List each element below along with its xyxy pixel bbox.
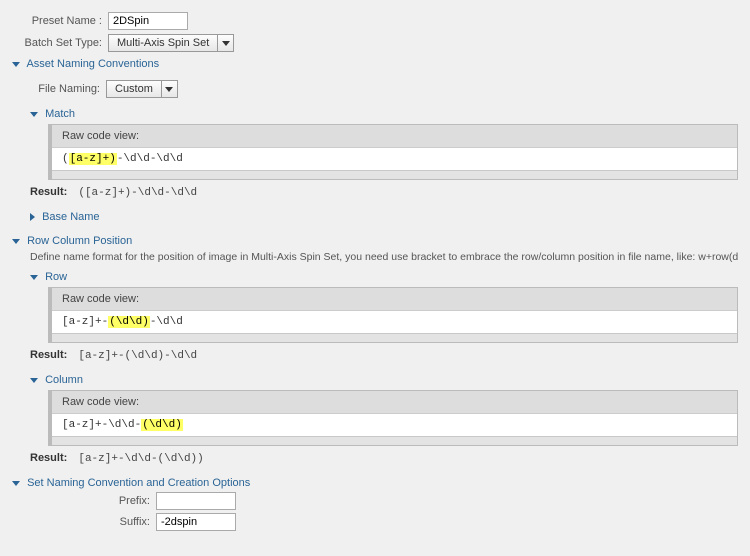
highlight: [a-z]+) xyxy=(69,153,117,165)
column-code-input[interactable]: [a-z]+-\d\d-(\d\d) xyxy=(52,413,737,436)
match-codebox: Raw code view: ([a-z]+)-\d\d-\d\d xyxy=(48,124,738,180)
file-naming-select[interactable]: Custom xyxy=(106,80,178,98)
raw-code-label: Raw code view: xyxy=(52,391,737,413)
row-result-value: [a-z]+-(\d\d)-\d\d xyxy=(78,350,197,362)
caret-down-icon[interactable] xyxy=(12,481,20,486)
match-code-input[interactable]: ([a-z]+)-\d\d-\d\d xyxy=(52,147,737,170)
result-label: Result: xyxy=(30,349,67,361)
prefix-label: Prefix: xyxy=(30,495,150,507)
batch-set-type-label: Batch Set Type: xyxy=(12,37,102,49)
row-header[interactable]: Row xyxy=(45,271,67,283)
base-name-header[interactable]: Base Name xyxy=(42,211,99,223)
row-codebox: Raw code view: [a-z]+-(\d\d)-\d\d xyxy=(48,287,738,343)
result-label: Result: xyxy=(30,452,67,464)
row-column-position-header[interactable]: Row Column Position xyxy=(27,235,132,247)
match-header[interactable]: Match xyxy=(45,108,75,120)
scrollbar-track[interactable] xyxy=(52,170,737,179)
caret-down-icon[interactable] xyxy=(12,62,20,67)
scrollbar-track[interactable] xyxy=(52,333,737,342)
chevron-down-icon xyxy=(222,41,230,46)
result-label: Result: xyxy=(30,186,67,198)
column-result-value: [a-z]+-\d\d-(\d\d)) xyxy=(78,453,203,465)
scrollbar-track[interactable] xyxy=(52,436,737,445)
caret-right-icon[interactable] xyxy=(30,213,35,221)
caret-down-icon[interactable] xyxy=(30,275,38,280)
caret-down-icon[interactable] xyxy=(30,378,38,383)
chevron-down-icon xyxy=(165,87,173,92)
column-header[interactable]: Column xyxy=(45,374,83,386)
highlight: (\d\d) xyxy=(141,419,183,431)
row-code-input[interactable]: [a-z]+-(\d\d)-\d\d xyxy=(52,310,737,333)
suffix-input[interactable] xyxy=(156,513,236,531)
raw-code-label: Raw code view: xyxy=(52,125,737,147)
preset-name-input[interactable] xyxy=(108,12,188,30)
column-codebox: Raw code view: [a-z]+-\d\d-(\d\d) xyxy=(48,390,738,446)
caret-down-icon[interactable] xyxy=(12,239,20,244)
asset-naming-header[interactable]: Asset Naming Conventions xyxy=(26,58,159,70)
set-naming-header[interactable]: Set Naming Convention and Creation Optio… xyxy=(27,477,250,489)
caret-down-icon[interactable] xyxy=(30,112,38,117)
highlight: (\d\d) xyxy=(108,316,150,328)
file-naming-value: Custom xyxy=(107,83,161,95)
file-naming-label: File Naming: xyxy=(30,83,100,95)
preset-name-label: Preset Name : xyxy=(12,15,102,27)
row-column-description: Define name format for the position of i… xyxy=(30,251,738,263)
batch-set-type-select[interactable]: Multi-Axis Spin Set xyxy=(108,34,234,52)
match-result-value: ([a-z]+)-\d\d-\d\d xyxy=(78,187,197,199)
suffix-label: Suffix: xyxy=(30,516,150,528)
batch-set-type-value: Multi-Axis Spin Set xyxy=(109,37,217,49)
prefix-input[interactable] xyxy=(156,492,236,510)
raw-code-label: Raw code view: xyxy=(52,288,737,310)
